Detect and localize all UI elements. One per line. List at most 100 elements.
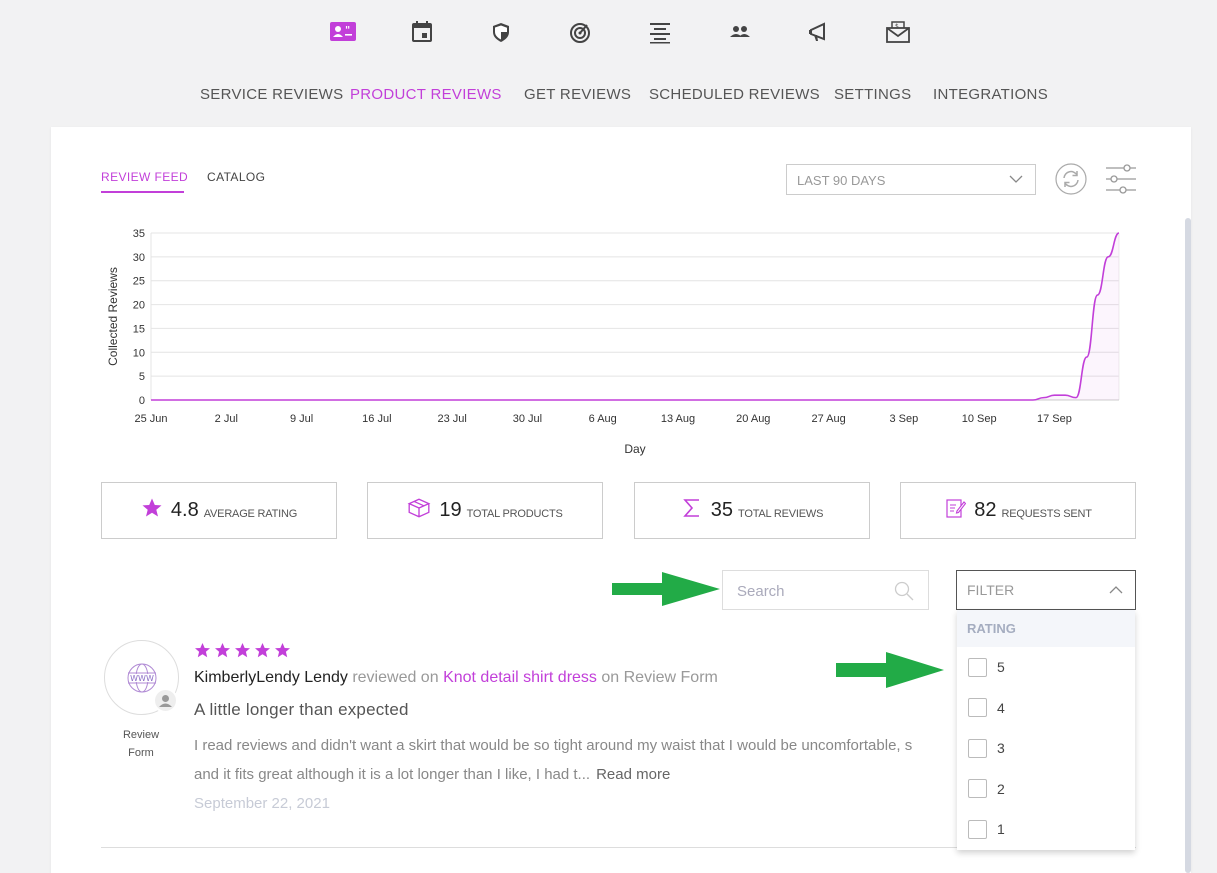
tab-underline: [101, 191, 184, 193]
scrollbar[interactable]: [1185, 218, 1191, 873]
y-tick-label: 0: [139, 395, 145, 407]
stat-average-rating: 4.8 AVERAGE RATING: [101, 482, 337, 539]
checkbox[interactable]: [968, 698, 987, 718]
tab-review-feed[interactable]: REVIEW FEED: [101, 170, 188, 184]
x-tick-label: 23 Jul: [437, 413, 466, 425]
x-tick-label: 20 Aug: [736, 413, 770, 425]
date-range-value: LAST 90 DAYS: [797, 173, 886, 188]
mail-icon[interactable]: $: [885, 19, 911, 45]
x-tick-label: 16 Jul: [362, 413, 391, 425]
star-icon: [235, 643, 250, 658]
box-icon: [407, 496, 431, 525]
request-icon: [944, 497, 967, 524]
y-axis-label: Collected Reviews: [106, 267, 120, 366]
review-source-text: on Review Form: [601, 669, 718, 686]
calendar-icon[interactable]: [409, 19, 435, 45]
review-source-label: Review Form: [122, 729, 160, 759]
top-nav: SERVICE REVIEWS PRODUCT REVIEWS GET REVI…: [0, 86, 1217, 106]
filter-option-2[interactable]: 2: [957, 769, 1135, 810]
review-body: I read reviews and didn't want a skirt t…: [194, 731, 984, 789]
star-icon: [275, 643, 290, 658]
nav-service-reviews[interactable]: SERVICE REVIEWS: [200, 86, 343, 103]
product-link[interactable]: Knot detail shirt dress: [443, 669, 597, 686]
people-icon[interactable]: [727, 19, 753, 45]
top-icon-bar: " $: [0, 0, 1217, 66]
svg-text:$: $: [895, 23, 899, 30]
y-tick-label: 10: [133, 347, 145, 359]
date-range-select[interactable]: LAST 90 DAYS: [786, 164, 1036, 195]
rating-stars: [194, 642, 291, 659]
align-center-icon[interactable]: [647, 19, 673, 45]
filter-option-5[interactable]: 5: [957, 647, 1135, 688]
checkbox[interactable]: [968, 779, 987, 799]
filter-option-label: 1: [997, 821, 1005, 838]
checkbox[interactable]: [968, 738, 987, 758]
x-tick-label: 3 Sep: [890, 413, 919, 425]
y-tick-label: 30: [133, 252, 145, 264]
search-icon[interactable]: [894, 581, 914, 605]
target-icon[interactable]: [567, 19, 593, 45]
stat-total-reviews: 35 TOTAL REVIEWS: [634, 482, 870, 539]
y-tick-label: 25: [133, 276, 145, 288]
star-icon: [141, 497, 163, 524]
star-icon: [195, 643, 210, 658]
filter-dropdown: RATING 5 4 3 2 1: [957, 610, 1135, 850]
filter-option-label: 2: [997, 780, 1005, 797]
x-tick-label: 17 Sep: [1037, 413, 1072, 425]
stat-value: 35: [710, 499, 734, 521]
series-line: [151, 232, 1120, 401]
tab-catalog[interactable]: CATALOG: [207, 170, 265, 184]
y-tick-label: 20: [133, 300, 145, 312]
stat-label: TOTAL PRODUCTS: [466, 507, 563, 520]
nav-product-reviews[interactable]: PRODUCT REVIEWS: [350, 86, 502, 103]
refresh-icon[interactable]: [1055, 163, 1087, 195]
sigma-icon: [681, 497, 703, 524]
reviews-chart: 0 5 10 15 20 25 30 35 25 Jun 2 Jul 9 Jul 16 Jul 23 J…: [106, 228, 1120, 456]
stat-label: TOTAL REVIEWS: [738, 507, 824, 520]
green-arrow-annotation: [836, 652, 944, 688]
search-input[interactable]: [737, 583, 887, 600]
search-box: [722, 570, 929, 610]
stat-value: 19: [439, 499, 462, 521]
review-body-line: I read reviews and didn't want a skirt t…: [194, 737, 913, 754]
read-more-link[interactable]: Read more: [596, 766, 670, 783]
user-badge-icon: [153, 688, 178, 713]
sliders-icon[interactable]: [1105, 164, 1137, 194]
checkbox[interactable]: [968, 819, 987, 839]
stat-requests-sent: 82 REQUESTS SENT: [900, 482, 1136, 539]
stat-label: REQUESTS SENT: [1001, 507, 1092, 520]
x-tick-label: 27 Aug: [811, 413, 845, 425]
nav-settings[interactable]: SETTINGS: [834, 86, 911, 103]
reviewer-name[interactable]: KimberlyLendy Lendy: [194, 669, 348, 686]
review-body-line: and it fits great although it is a lot l…: [194, 766, 591, 783]
chevron-down-icon: [1009, 173, 1023, 188]
megaphone-icon[interactable]: [806, 19, 832, 45]
reviews-icon[interactable]: ": [330, 19, 356, 45]
svg-text:WWW: WWW: [130, 674, 154, 683]
filter-label: FILTER: [967, 582, 1015, 598]
filter-option-label: 5: [997, 659, 1005, 676]
checkbox[interactable]: [968, 657, 987, 677]
star-icon: [215, 643, 230, 658]
shield-icon[interactable]: [488, 19, 514, 45]
x-tick-label: 25 Jun: [134, 413, 167, 425]
green-arrow-annotation: [612, 572, 720, 606]
filter-option-3[interactable]: 3: [957, 728, 1135, 769]
stat-label: AVERAGE RATING: [203, 507, 298, 520]
filter-section-rating: RATING: [957, 610, 1135, 647]
chevron-up-icon: [1109, 583, 1123, 599]
nav-get-reviews[interactable]: GET REVIEWS: [524, 86, 631, 103]
x-tick-label: 10 Sep: [962, 413, 997, 425]
review-title: A little longer than expected: [194, 700, 409, 719]
nav-scheduled-reviews[interactable]: SCHEDULED REVIEWS: [649, 86, 820, 103]
stat-value: 4.8: [170, 499, 199, 521]
star-icon: [255, 643, 270, 658]
x-tick-label: 13 Aug: [661, 413, 695, 425]
filter-select[interactable]: FILTER: [956, 570, 1136, 610]
filter-option-label: 3: [997, 740, 1005, 757]
x-tick-label: 6 Aug: [589, 413, 617, 425]
y-tick-label: 35: [133, 228, 145, 240]
filter-option-4[interactable]: 4: [957, 688, 1135, 729]
nav-integrations[interactable]: INTEGRATIONS: [933, 86, 1048, 103]
filter-option-1[interactable]: 1: [957, 809, 1135, 850]
